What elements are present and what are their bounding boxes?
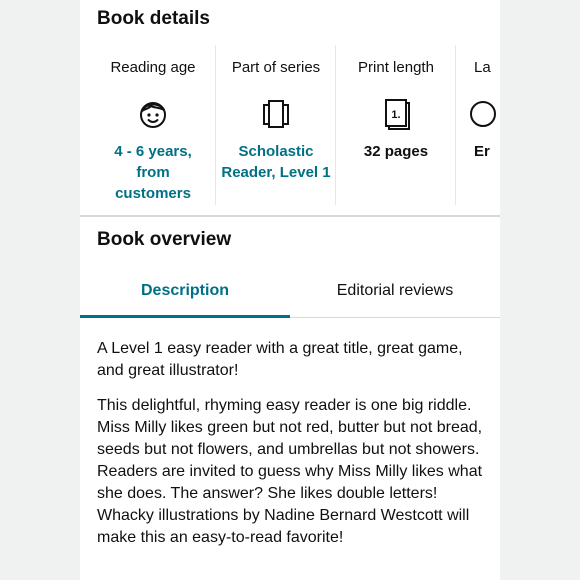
series-value[interactable]: Scholastic Reader, Level 1 [216,141,336,183]
book-details-carousel[interactable]: Reading age 4 - 6 years, from customers … [90,45,500,205]
series-label: Part of series [231,59,321,76]
book-details-title: Book details [97,8,210,29]
language-icon [470,101,496,127]
language-value: Er [474,143,490,160]
reading-age-value[interactable]: 4 - 6 years, from customers [90,141,216,204]
active-tab-indicator [80,315,290,318]
book-detail-screen: Book details Reading age 4 - 6 years, fr… [80,0,500,580]
reading-age-label: Reading age [110,59,196,76]
print-length-value: 32 pages [363,143,429,160]
overview-tabs: Description Editorial reviews [80,266,500,320]
reading-age-card: Reading age 4 - 6 years, from customers [90,45,216,205]
page-count-icon-text: 1. [391,109,400,121]
section-divider [80,215,500,217]
language-card: La Er [456,45,500,205]
series-card: Part of series Scholastic Reader, Level … [216,45,336,205]
tab-description[interactable]: Description [80,266,290,316]
print-length-card: Print length 1. 32 pages [336,45,456,205]
page-count-icon: 1. [385,99,410,130]
book-overview-title: Book overview [97,229,232,250]
print-length-label: Print length [358,59,434,76]
child-face-icon [140,102,166,128]
book-series-icon [263,100,289,128]
description-paragraph: This delightful, rhyming easy reader is … [97,397,483,546]
tab-editorial-reviews[interactable]: Editorial reviews [290,266,500,316]
description-paragraph: A Level 1 easy reader with a great title… [97,340,463,379]
language-label: La [474,59,491,76]
